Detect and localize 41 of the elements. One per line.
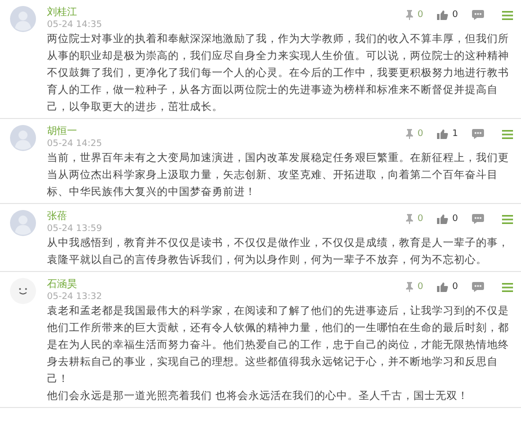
comment-time: 05-24 13:59 [47,223,102,235]
like-count: 1 [452,129,458,139]
comment-time: 05-24 14:35 [47,19,102,31]
author-name[interactable]: 张蓓 [47,210,102,223]
pin-icon[interactable] [404,214,414,224]
comment-icon[interactable] [472,129,484,139]
avatar [10,125,36,151]
author-name[interactable]: 石涵昊 [47,278,102,291]
smiley-avatar [10,278,36,304]
thumbs-up-icon[interactable] [437,10,448,20]
menu-icon[interactable] [502,10,513,20]
thumbs-up-icon[interactable] [437,282,448,292]
menu-icon[interactable] [502,130,513,138]
like-count: 0 [452,282,458,292]
author-name[interactable]: 刘桂江 [47,6,102,19]
pin-count: 0 [418,214,424,224]
comment-icon[interactable] [472,10,484,20]
pin-count: 0 [418,10,424,20]
pin-count: 0 [418,129,424,139]
menu-icon[interactable] [502,282,513,292]
like-count: 0 [452,10,458,20]
pin-icon[interactable] [404,10,414,20]
comment-time: 05-24 13:32 [47,291,102,303]
pin-icon[interactable] [404,129,414,139]
avatar [10,6,36,32]
thumbs-up-icon[interactable] [437,214,448,224]
like-count: 0 [452,214,458,224]
comment-text: 从中我感悟到，教育并不仅仅是读书，不仅仅是做作业，不仅仅是成绩，教育是人一辈子的事，袁隆平就以自己的言传身教告诉我们，何为以身作则，何为一辈子不放弃，何为不忘初心。 [47,236,510,268]
comment-text: 他们会永远是那一道光照亮着我们 也将会永远活在我们的心中。圣人千古，国士无双！ [47,389,470,404]
comment-time: 05-24 14:25 [47,138,102,150]
pin-icon[interactable] [404,282,414,292]
comment-text: 袁老和孟老都是我国最伟大的科学家，在阅读和了解了他们的先进事迹后，让我学习到的不仅是他们工作所带来的巨大贡献，还有令人钦佩的精神力量，他们的一生哪怕在生命的最后时刻，都是在为人民的幸福生活而努力奋斗。他们热爱自己的工作，忠于自己的岗位，才能无限热情地终身去耕耘自己的事业，实现自己的理想。这些都值得我永远铭记于心，并不断地学习和反思自己！ [47,304,510,387]
comment-icon[interactable] [472,282,484,292]
menu-icon[interactable] [502,214,513,224]
thumbs-up-icon[interactable] [437,129,448,139]
comment-icon[interactable] [472,214,484,224]
comment-text: 当前，世界百年未有之大变局加速演进，国内改革发展稳定任务艰巨繁重。在新征程上，我们更当从两位杰出科学家身上汲取力量，矢志创新、攻坚克难、开拓进取，向着第二个百年奋斗目标、中华民族伟大复兴的中国梦奋勇前进！ [47,151,510,200]
author-name[interactable]: 胡恒一 [47,125,102,138]
avatar [10,210,36,236]
comment-text: 两位院士对事业的执着和奉献深深地激励了我，作为大学教师，我们的收入不算丰厚，但我们所从事的职业却是极为崇高的，我们应尽自身全力来实现人生价值。可以说，两位院士的这种精神不仅鼓舞了我们，更净化了我们每一个人的心灵。在今后的工作中，我要更积极努力地进行教书育人的工作，做一粒种子，从各方面以两位院士的先进事迹为榜样和标准来不断督促并提高自己，以争取更大的进步，茁壮成长。 [47,32,510,115]
pin-count: 0 [418,282,424,292]
